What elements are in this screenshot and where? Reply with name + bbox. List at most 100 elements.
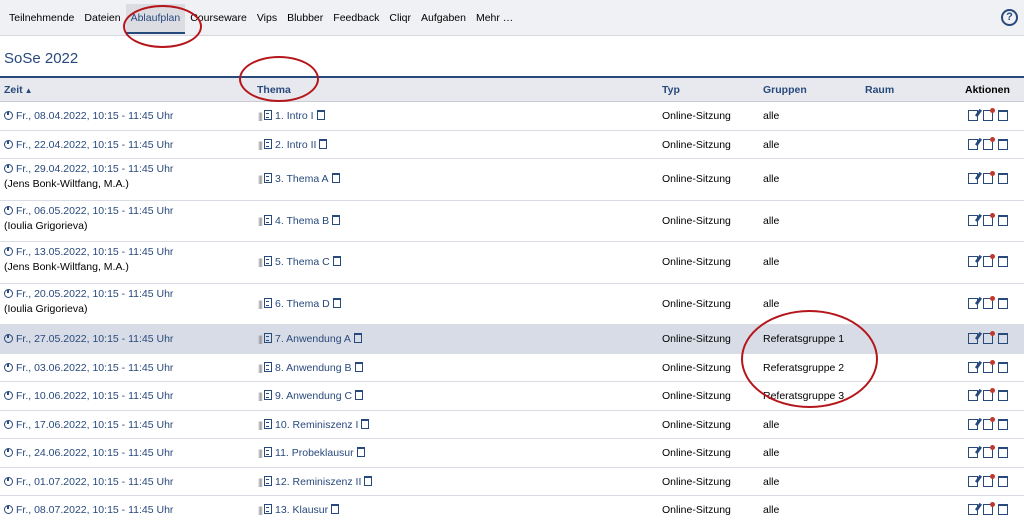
column-header-thema[interactable]: Thema [257, 84, 291, 96]
tab-vips[interactable]: Vips [252, 4, 282, 32]
drag-handle-icon[interactable]: ||| [258, 505, 263, 515]
trash-icon[interactable] [361, 418, 370, 429]
edit-icon[interactable] [968, 361, 978, 373]
drag-handle-icon[interactable]: ||| [258, 111, 263, 121]
add-topic-icon[interactable] [983, 502, 995, 515]
document-icon[interactable] [264, 297, 273, 308]
table-row[interactable]: Fr., 08.07.2022, 10:15 - 11:45 Uhr ||| 13.… [0, 496, 1024, 524]
tab-courseware[interactable]: Courseware [185, 4, 252, 32]
date-link[interactable]: Fr., 20.05.2022, 10:15 - 11:45 Uhr [4, 288, 173, 300]
edit-icon[interactable] [968, 447, 978, 458]
tab-mehr[interactable]: Mehr … [471, 4, 518, 32]
trash-icon[interactable] [332, 256, 341, 266]
drag-handle-icon[interactable]: ||| [258, 391, 263, 401]
trash-icon[interactable] [332, 214, 341, 225]
document-icon[interactable] [264, 256, 273, 266]
delete-icon[interactable] [998, 138, 1008, 150]
topic-link[interactable]: 6. Thema D [275, 298, 330, 310]
document-icon[interactable] [264, 138, 273, 149]
date-link[interactable]: Fr., 17.06.2022, 10:15 - 11:45 Uhr [4, 419, 173, 431]
column-header-typ[interactable]: Typ [662, 84, 680, 96]
drag-handle-icon[interactable]: ||| [258, 334, 263, 344]
tab-teilnehmende[interactable]: Teilnehmende [4, 4, 79, 32]
topic-link[interactable]: 10. Reminiszenz I [275, 419, 358, 431]
delete-icon[interactable] [998, 333, 1008, 344]
column-header-gruppen[interactable]: Gruppen [763, 84, 807, 96]
date-link[interactable]: Fr., 08.04.2022, 10:15 - 11:45 Uhr [4, 110, 173, 122]
delete-icon[interactable] [998, 110, 1008, 121]
date-link[interactable]: Fr., 29.04.2022, 10:15 - 11:45 Uhr [4, 163, 173, 175]
edit-icon[interactable] [968, 418, 978, 430]
add-topic-icon[interactable] [983, 136, 995, 150]
table-row[interactable]: Fr., 06.05.2022, 10:15 - 11:45 Uhr (Iouli… [0, 201, 1024, 242]
delete-icon[interactable] [998, 418, 1008, 430]
drag-handle-icon[interactable]: ||| [258, 448, 263, 458]
tab-aufgaben[interactable]: Aufgaben [416, 4, 471, 32]
topic-link[interactable]: 2. Intro II [275, 139, 316, 151]
delete-icon[interactable] [998, 475, 1008, 487]
drag-handle-icon[interactable]: ||| [258, 363, 263, 373]
date-link[interactable]: Fr., 13.05.2022, 10:15 - 11:45 Uhr [4, 246, 173, 258]
delete-icon[interactable] [998, 390, 1008, 401]
table-row[interactable]: Fr., 27.05.2022, 10:15 - 11:45 Uhr ||| 7. … [0, 325, 1024, 354]
delete-icon[interactable] [998, 504, 1008, 515]
drag-handle-icon[interactable]: ||| [258, 216, 263, 226]
trash-icon[interactable] [353, 333, 362, 343]
date-link[interactable]: Fr., 06.05.2022, 10:15 - 11:45 Uhr [4, 205, 173, 217]
document-icon[interactable] [264, 504, 273, 514]
document-icon[interactable] [264, 333, 273, 343]
delete-icon[interactable] [998, 214, 1008, 226]
table-row[interactable]: Fr., 29.04.2022, 10:15 - 11:45 Uhr (Jens … [0, 159, 1024, 201]
tab-cliqr[interactable]: Cliqr [384, 4, 416, 32]
edit-icon[interactable] [968, 256, 978, 267]
column-header-zeit[interactable]: Zeit ▲ [4, 84, 33, 96]
drag-handle-icon[interactable]: ||| [258, 257, 263, 267]
edit-icon[interactable] [968, 333, 978, 344]
date-link[interactable]: Fr., 27.05.2022, 10:15 - 11:45 Uhr [4, 333, 173, 345]
document-icon[interactable] [264, 173, 273, 183]
drag-handle-icon[interactable]: ||| [258, 299, 263, 309]
add-topic-icon[interactable] [983, 473, 995, 487]
add-topic-icon[interactable] [983, 295, 995, 309]
delete-icon[interactable] [998, 447, 1008, 458]
table-row[interactable]: Fr., 13.05.2022, 10:15 - 11:45 Uhr (Jens … [0, 242, 1024, 284]
topic-link[interactable]: 11. Probeklausur [275, 447, 354, 459]
add-topic-icon[interactable] [983, 359, 995, 373]
drag-handle-icon[interactable]: ||| [258, 140, 263, 150]
trash-icon[interactable] [319, 138, 328, 149]
document-icon[interactable] [264, 475, 273, 486]
date-link[interactable]: Fr., 10.06.2022, 10:15 - 11:45 Uhr [4, 390, 173, 402]
date-link[interactable]: Fr., 01.07.2022, 10:15 - 11:45 Uhr [4, 476, 173, 488]
edit-icon[interactable] [968, 173, 978, 184]
trash-icon[interactable] [354, 361, 363, 372]
edit-icon[interactable] [968, 138, 978, 150]
drag-handle-icon[interactable]: ||| [258, 420, 263, 430]
delete-icon[interactable] [998, 361, 1008, 373]
topic-link[interactable]: 7. Anwendung A [275, 333, 351, 345]
add-topic-icon[interactable] [983, 445, 995, 458]
topic-link[interactable]: 1. Intro I [275, 110, 314, 122]
trash-icon[interactable] [331, 173, 340, 183]
table-row[interactable]: Fr., 10.06.2022, 10:15 - 11:45 Uhr ||| 9. … [0, 382, 1024, 411]
topic-link[interactable]: 5. Thema C [275, 256, 330, 268]
date-link[interactable]: Fr., 08.07.2022, 10:15 - 11:45 Uhr [4, 504, 173, 516]
topic-link[interactable]: 9. Anwendung C [275, 390, 352, 402]
table-row[interactable]: Fr., 01.07.2022, 10:15 - 11:45 Uhr ||| 12.… [0, 468, 1024, 496]
date-link[interactable]: Fr., 24.06.2022, 10:15 - 11:45 Uhr [4, 447, 173, 459]
table-row[interactable]: Fr., 22.04.2022, 10:15 - 11:45 Uhr ||| 2. … [0, 131, 1024, 159]
add-topic-icon[interactable] [983, 171, 995, 184]
trash-icon[interactable] [316, 110, 325, 120]
date-link[interactable]: Fr., 22.04.2022, 10:15 - 11:45 Uhr [4, 139, 173, 151]
document-icon[interactable] [264, 361, 273, 372]
column-header-raum[interactable]: Raum [865, 84, 894, 96]
document-icon[interactable] [264, 447, 273, 457]
delete-icon[interactable] [998, 173, 1008, 184]
tab-dateien[interactable]: Dateien [79, 4, 125, 32]
tab-ablaufplan[interactable]: Ablaufplan [125, 4, 186, 34]
help-icon[interactable]: ? [1001, 9, 1018, 26]
edit-icon[interactable] [968, 475, 978, 487]
drag-handle-icon[interactable]: ||| [258, 477, 263, 487]
trash-icon[interactable] [355, 390, 364, 400]
topic-link[interactable]: 13. Klausur [275, 504, 328, 516]
add-topic-icon[interactable] [983, 212, 995, 226]
